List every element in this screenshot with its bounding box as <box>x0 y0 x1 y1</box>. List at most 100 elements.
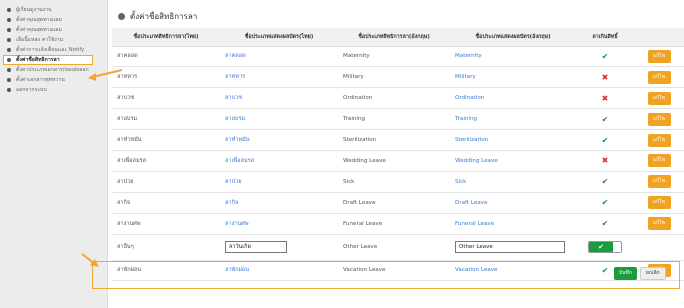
leave-name-th: ลางานศพ <box>112 213 220 235</box>
table-row: ลาบวช ลาบวช Ordination Ordination ✖ แก้ไข <box>112 87 684 110</box>
action-cell: แก้ไข <box>634 171 684 193</box>
leave-type-table: ชื่อประเภทสิทธิการลา(ไทย) ชื่อประเภทแสดงผ… <box>112 28 684 282</box>
sidebar-item-label: ตั้งค่าเอกสารทุทหวาน <box>16 77 65 83</box>
sidebar-item-label: เลือนี้แหล่ง ค่าใช้งาน <box>16 37 64 43</box>
sidebar-item-label: ผู้เรียนดูงานงาน <box>16 7 52 13</box>
leave-name-en: Ordination <box>338 87 450 110</box>
edit-button[interactable]: แก้ไข <box>647 175 671 189</box>
sidebar-item[interactable]: ตั้งค่าประเภทเอกสาร/ของส่งออก <box>0 65 107 75</box>
sidebar-item[interactable]: ผู้เรียนดูงานงาน <box>0 5 107 15</box>
leave-display-th: ลาอบรม <box>220 108 338 131</box>
sidebar-item-label: ตั้งค่าคุณสุดทางแลม <box>16 17 62 23</box>
leave-display-en: Maternity <box>450 46 576 68</box>
save-button[interactable]: บันทึก <box>614 267 637 280</box>
cross-icon: ✖ <box>601 156 609 166</box>
edit-button[interactable]: แก้ไข <box>647 133 671 147</box>
leave-name-th: ลาทำหมัน <box>112 129 220 151</box>
action-cell: แก้ไข <box>634 108 684 131</box>
bullet-icon <box>7 48 11 52</box>
check-icon: ✔ <box>589 242 613 253</box>
table-row: ลาอบรม ลาอบรม Training Training ✔ แก้ไข <box>112 108 684 131</box>
leave-name-en: Other Leave <box>338 234 450 261</box>
sidebar-item-label: ตั้งค่าการแจ้งเตือนและ Notify <box>16 47 85 53</box>
edit-actions: บันทึก ยกเลิก <box>614 267 666 280</box>
table-row: ลาเพื่อสมรส ลาเพื่อสมรส Wedding Leave Weddi… <box>112 150 684 172</box>
display-en-input[interactable]: Other Leave <box>455 241 565 254</box>
table-row: ลาทำหมัน ลาทำหมัน Sterilization Sterilizati… <box>112 129 684 151</box>
edit-button[interactable]: แก้ไข <box>647 91 671 105</box>
display-th-input[interactable]: ลาวันเกิด <box>225 241 287 254</box>
leave-display-en: Sick <box>450 171 576 193</box>
check-icon: ✔ <box>601 51 609 61</box>
allow-exceed-cell: ✔ <box>576 129 634 151</box>
bullet-icon <box>7 78 11 82</box>
leave-name-th: ลาอื่นๆ <box>112 234 220 261</box>
leave-display-th: ลาป่วย <box>220 171 338 193</box>
display-th-cell: ลาวันเกิด <box>220 234 338 261</box>
allow-exceed-cell: ✖ <box>576 87 634 110</box>
sidebar-item-label: ตั้งค่าชื่อสิทธิการลา <box>16 57 60 63</box>
cross-icon: ✖ <box>601 93 609 103</box>
leave-display-en: Ordination <box>450 87 576 110</box>
leave-name-th: ลาบวช <box>112 87 220 110</box>
sidebar-item[interactable]: ตั้งค่าเอกสารทุทหวาน <box>0 75 107 85</box>
bullet-icon <box>7 8 11 12</box>
bullet-icon <box>7 18 11 22</box>
table-row: ลากิจ ลากิจ Draft Leave Draft Leave ✔ แก้ไข <box>112 192 684 214</box>
main-content: ตั้งค่าชื่อสิทธิการลา ชื่อประเภทสิทธิการ… <box>108 0 684 308</box>
column-header <box>634 28 684 47</box>
leave-name-en: Funeral Leave <box>338 213 450 235</box>
edit-button[interactable]: แก้ไข <box>647 217 671 231</box>
bullet-icon <box>7 58 11 62</box>
sidebar-item[interactable]: ตั้งค่าคุณสุดทางแลม <box>0 15 107 25</box>
leave-display-th: ลาทหาร <box>220 66 338 89</box>
edit-button[interactable]: แก้ไข <box>647 196 671 210</box>
action-cell: แก้ไข <box>634 87 684 110</box>
check-icon: ✔ <box>601 219 609 229</box>
gear-icon <box>118 13 125 20</box>
leave-name-th: ลาคลอด <box>112 46 220 68</box>
table-row: ลางานศพ ลางานศพ Funeral Leave Funeral Leave… <box>112 213 684 235</box>
edit-button[interactable]: แก้ไข <box>647 154 671 168</box>
edit-button[interactable]: แก้ไข <box>647 112 671 126</box>
action-cell: แก้ไข <box>634 213 684 235</box>
allow-exceed-toggle[interactable]: ✔ <box>588 241 622 254</box>
leave-name-th: ลาป่วย <box>112 171 220 193</box>
leave-name-en: Sterilization <box>338 129 450 151</box>
leave-name-en: Wedding Leave <box>338 150 450 172</box>
sidebar-item[interactable]: ออกจากระบบ <box>0 85 107 95</box>
sidebar-item[interactable]: ตั้งค่าการแจ้งเตือนและ Notify <box>0 45 107 55</box>
table-row: ลาพักผ่อน ลาพักผ่อน Vacation Leave Vacation… <box>112 260 684 282</box>
cancel-button[interactable]: ยกเลิก <box>639 267 666 280</box>
leave-name-th: ลากิจ <box>112 192 220 214</box>
action-cell: แก้ไข <box>634 192 684 214</box>
allow-exceed-cell: ✔ <box>576 46 634 68</box>
sidebar-item[interactable]: เลือนี้แหล่ง ค่าใช้งาน <box>0 35 107 45</box>
action-cell: แก้ไข <box>634 150 684 172</box>
edit-button[interactable]: แก้ไข <box>647 49 671 63</box>
column-header: ชื่อประเภทแสดงผลบัตร(อังกฤษ) <box>450 28 576 47</box>
leave-name-en: Vacation Leave <box>338 260 450 282</box>
leave-display-th: ลากิจ <box>220 192 338 214</box>
sidebar-item[interactable]: ตั้งค่าคุณสุดทางแลม <box>0 25 107 35</box>
action-cell <box>634 234 684 261</box>
page-title-text: ตั้งค่าชื่อสิทธิการลา <box>130 12 198 21</box>
edit-button[interactable]: แก้ไข <box>647 70 671 84</box>
leave-name-th: ลาเพื่อสมรส <box>112 150 220 172</box>
table-row: ลาป่วย ลาป่วย Sick Sick ✔ แก้ไข <box>112 171 684 193</box>
column-header: ชื่อประเภทสิทธิการลา(อังกฤษ) <box>338 28 450 47</box>
leave-name-en: Military <box>338 66 450 89</box>
sidebar-item-label: ตั้งค่าคุณสุดทางแลม <box>16 27 62 33</box>
page-title: ตั้งค่าชื่อสิทธิการลา <box>118 10 197 23</box>
leave-display-th: ลาเพื่อสมรส <box>220 150 338 172</box>
allow-exceed-cell: ✔ <box>576 213 634 235</box>
table-row-editing: ลาอื่นๆ ลาวันเกิด Other Leave Other Leave ✔ <box>112 234 684 261</box>
leave-display-th: ลางานศพ <box>220 213 338 235</box>
sidebar-item[interactable]: ตั้งค่าชื่อสิทธิการลา <box>3 55 93 65</box>
column-header: ชื่อประเภทแสดงผลบัตร(ไทย) <box>220 28 338 47</box>
allow-exceed-cell: ✔ <box>576 171 634 193</box>
sidebar-item-label: ตั้งค่าประเภทเอกสาร/ของส่งออก <box>16 67 89 73</box>
table-row: ลาคลอด ลาคลอด Maternity Maternity ✔ แก้ไข <box>112 46 684 68</box>
sidebar-item-label: ออกจากระบบ <box>16 87 47 93</box>
allow-exceed-cell: ✔ <box>576 192 634 214</box>
